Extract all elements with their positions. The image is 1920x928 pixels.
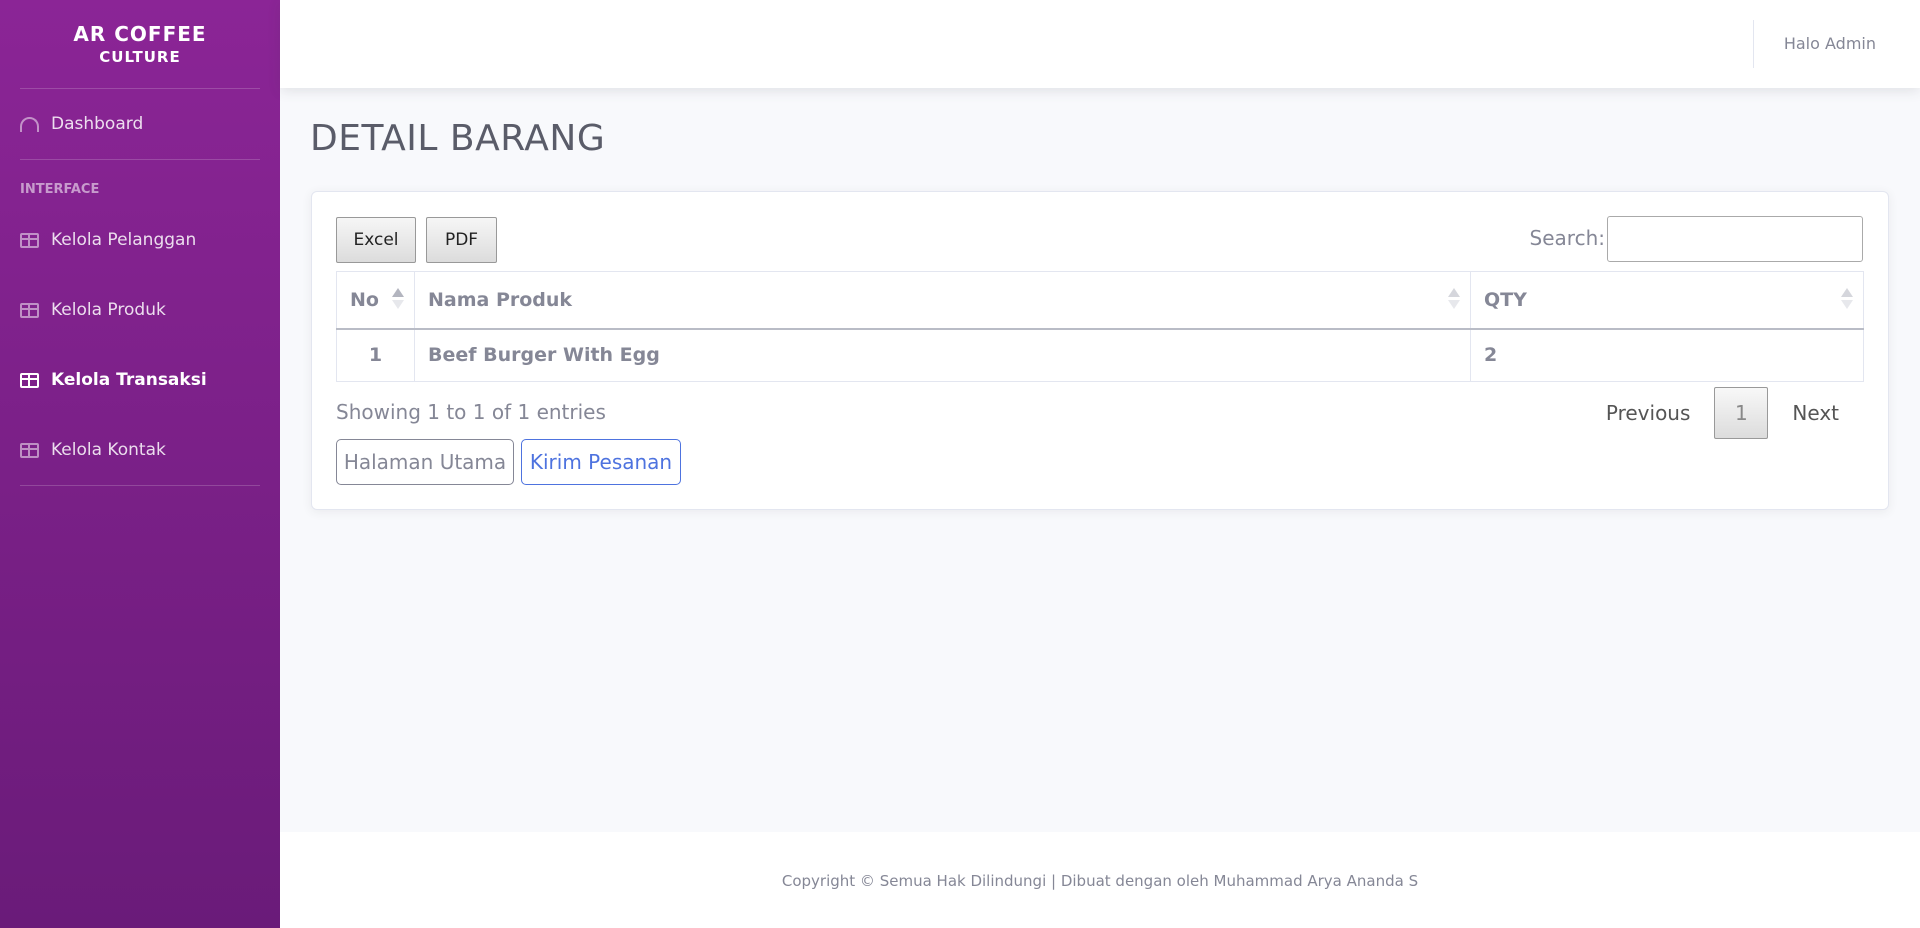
table-icon	[20, 372, 39, 388]
pagination: Previous 1 Next	[1582, 387, 1863, 439]
sort-icon	[1841, 288, 1853, 312]
sidebar-item-kelola-produk[interactable]: Kelola Produk	[0, 275, 280, 345]
sidebar-item-label: Kelola Transaksi	[51, 370, 207, 390]
sidebar: AR COFFEE CULTURE Dashboard INTERFACE Ke…	[0, 0, 280, 928]
table-row: 1 Beef Burger With Egg 2	[336, 328, 1864, 382]
sidebar-heading: INTERFACE	[20, 182, 100, 197]
table-icon	[20, 302, 39, 318]
halaman-utama-button[interactable]: Halaman Utama	[336, 439, 514, 485]
sidebar-item-dashboard[interactable]: Dashboard	[0, 89, 280, 159]
column-header-nama-produk[interactable]: Nama Produk	[414, 271, 1471, 330]
detail-table: No Nama Produk QTY 1 Beef Burger With Eg…	[336, 271, 1864, 382]
previous-button[interactable]: Previous	[1582, 401, 1715, 425]
sort-icon	[392, 288, 404, 312]
page-button-current[interactable]: 1	[1714, 387, 1769, 439]
sidebar-item-label: Kelola Produk	[51, 300, 166, 320]
user-menu[interactable]: Halo Admin	[1784, 34, 1876, 53]
sidebar-item-label: Dashboard	[51, 114, 144, 134]
column-header-label: No	[350, 288, 379, 311]
sidebar-item-kelola-pelanggan[interactable]: Kelola Pelanggan	[0, 205, 280, 275]
sort-icon	[1448, 288, 1460, 312]
sidebar-item-label: Kelola Pelanggan	[51, 230, 197, 250]
footer: Copyright © Semua Hak Dilindungi | Dibua…	[280, 832, 1920, 928]
pdf-button[interactable]: PDF	[426, 217, 497, 263]
cell-nama-produk: Beef Burger With Egg	[414, 328, 1471, 382]
detail-card: Excel PDF Search: No Nama Produk QTY 1 B…	[311, 191, 1889, 510]
page-title: DETAIL BARANG	[310, 118, 606, 159]
topbar: Halo Admin	[280, 0, 1920, 88]
column-header-no[interactable]: No	[336, 271, 415, 330]
table-icon	[20, 442, 39, 458]
sidebar-item-kelola-transaksi[interactable]: Kelola Transaksi	[0, 345, 280, 415]
next-button[interactable]: Next	[1768, 401, 1863, 425]
copyright-text: Copyright © Semua Hak Dilindungi | Dibua…	[781, 872, 1419, 890]
table-info: Showing 1 to 1 of 1 entries	[336, 400, 606, 424]
column-header-label: QTY	[1484, 288, 1527, 311]
sidebar-brand[interactable]: AR COFFEE CULTURE	[0, 0, 280, 88]
kirim-pesanan-button[interactable]: Kirim Pesanan	[521, 439, 681, 485]
table-icon	[20, 232, 39, 248]
brand-name: AR COFFEE	[73, 22, 207, 46]
cell-no: 1	[336, 328, 415, 382]
excel-button[interactable]: Excel	[336, 217, 416, 263]
column-header-label: Nama Produk	[428, 288, 573, 311]
cell-qty: 2	[1470, 328, 1864, 382]
column-header-qty[interactable]: QTY	[1470, 271, 1864, 330]
search-input[interactable]	[1607, 216, 1863, 262]
table-header-row: No Nama Produk QTY	[336, 271, 1864, 330]
brand-subtitle: CULTURE	[99, 48, 181, 66]
search-label: Search:	[1529, 226, 1605, 250]
tachometer-icon	[20, 116, 39, 132]
sidebar-item-kelola-kontak[interactable]: Kelola Kontak	[0, 415, 280, 485]
sidebar-item-label: Kelola Kontak	[51, 440, 166, 460]
sidebar-divider	[20, 485, 260, 486]
topbar-divider	[1753, 20, 1754, 68]
